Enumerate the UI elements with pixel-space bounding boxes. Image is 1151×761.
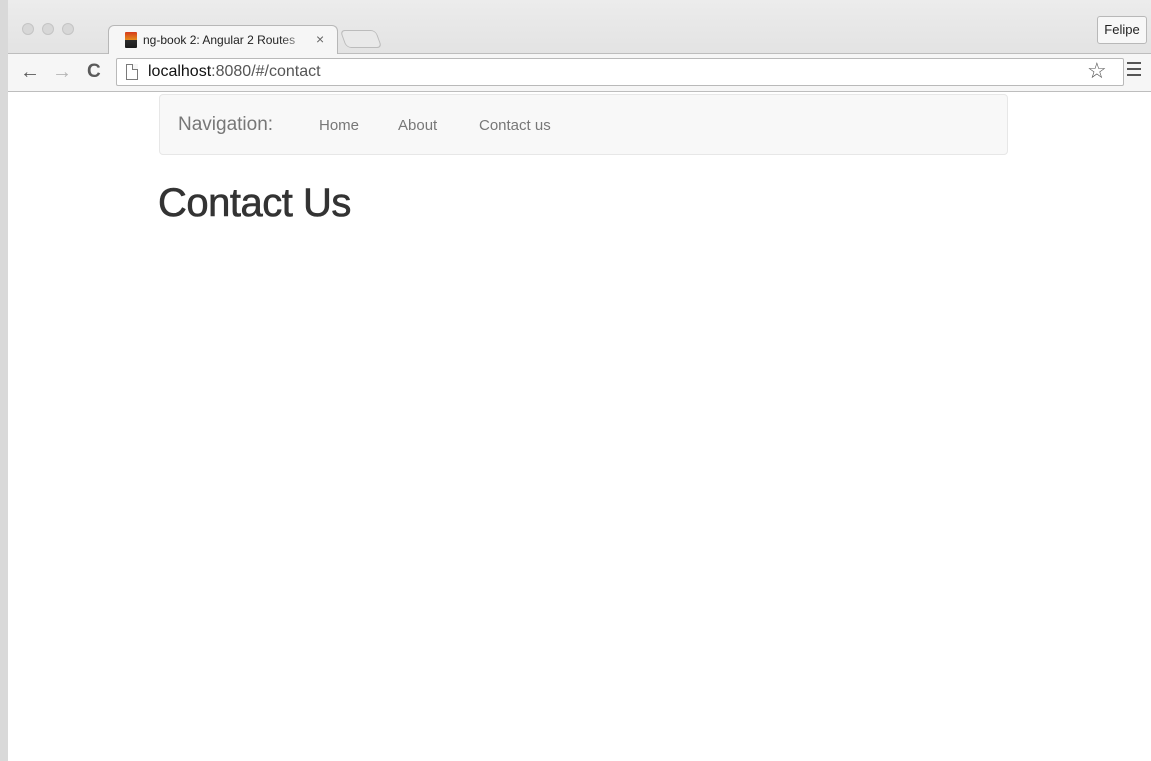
back-arrow-icon[interactable]: ←	[20, 60, 40, 84]
close-window-button[interactable]	[22, 23, 34, 35]
forward-arrow-icon[interactable]: →	[52, 60, 72, 84]
zoom-window-button[interactable]	[62, 23, 74, 35]
tab-strip: ng-book 2: Angular 2 Routes × Felipe	[8, 0, 1151, 55]
browser-toolbar: ← → C localhost:8080/#/contact ☆	[8, 54, 1151, 92]
navbar-brand: Navigation:	[178, 114, 274, 135]
url-host: localhost	[148, 63, 212, 80]
hamburger-menu-icon[interactable]	[1127, 62, 1143, 76]
page-icon	[126, 64, 138, 80]
ng-book-favicon-icon	[125, 32, 137, 48]
navbar: Navigation: Home About Contact us	[159, 94, 1008, 155]
url-text[interactable]: localhost:8080/#/contact	[148, 63, 321, 81]
new-tab-button[interactable]	[339, 30, 383, 48]
nav-link-contact[interactable]: Contact us	[479, 117, 551, 134]
nav-link-home[interactable]: Home	[319, 117, 359, 134]
minimize-window-button[interactable]	[42, 23, 54, 35]
tab-title: ng-book 2: Angular 2 Routes	[143, 33, 296, 47]
bookmark-star-icon[interactable]: ☆	[1087, 58, 1107, 84]
address-bar[interactable]: localhost:8080/#/contact	[116, 58, 1124, 86]
page-title: Contact Us	[158, 181, 352, 226]
browser-tab[interactable]: ng-book 2: Angular 2 Routes ×	[108, 25, 338, 55]
nav-link-about[interactable]: About	[398, 117, 437, 134]
browser-window: ng-book 2: Angular 2 Routes × Felipe ← →…	[0, 0, 1151, 761]
profile-button[interactable]: Felipe	[1097, 16, 1147, 44]
reload-icon[interactable]: C	[87, 60, 101, 84]
tab-close-icon[interactable]: ×	[316, 31, 324, 47]
page-content: Navigation: Home About Contact us Contac…	[8, 93, 1151, 761]
url-path: :8080/#/contact	[211, 63, 321, 80]
